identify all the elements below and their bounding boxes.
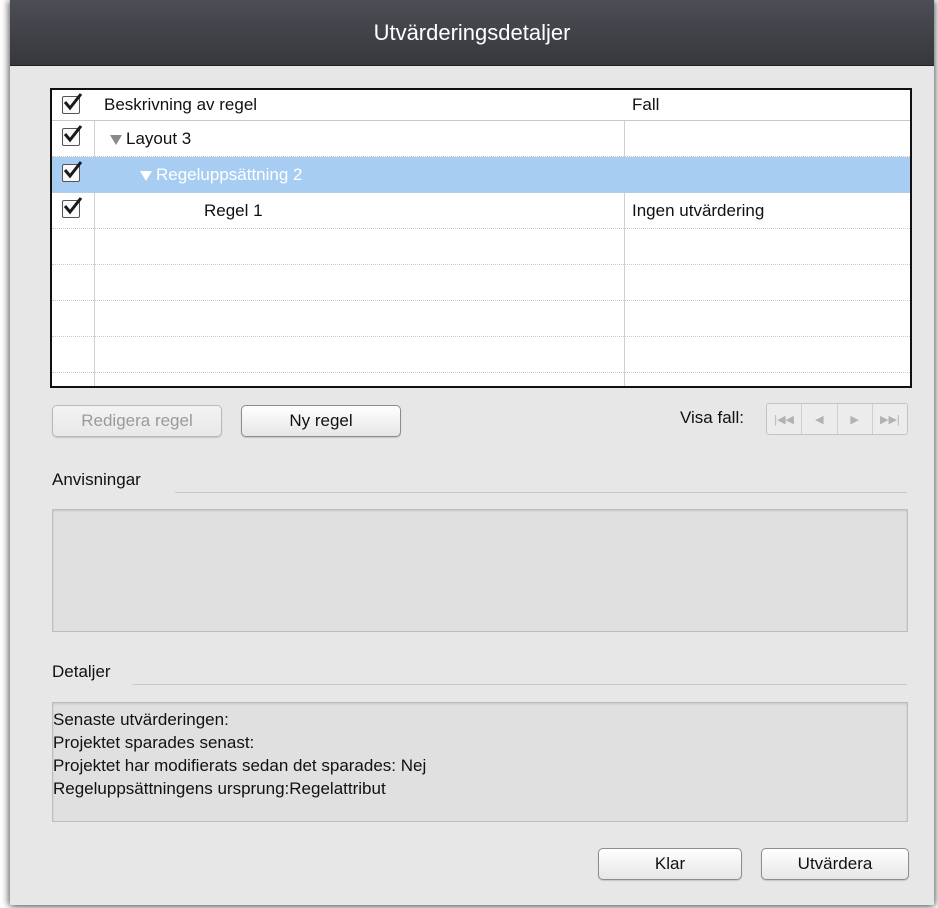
next-case-icon[interactable]: ▶ <box>838 404 873 434</box>
details-heading: Detaljer <box>52 662 111 681</box>
empty-row <box>52 229 910 265</box>
instructions-heading: Anvisningar <box>52 470 141 489</box>
row-checkbox[interactable] <box>62 197 83 218</box>
details-line: Projektet har modifierats sedan det spar… <box>53 756 427 775</box>
row-label: Regeluppsättning 2 <box>140 157 303 192</box>
instructions-box <box>52 509 908 632</box>
evaluate-button[interactable]: Utvärdera <box>761 848 909 880</box>
empty-row <box>52 337 910 373</box>
table-row-rule[interactable]: Regel 1 Ingen utvärdering <box>52 193 910 229</box>
column-header-case[interactable]: Fall <box>632 90 659 120</box>
empty-row <box>52 301 910 337</box>
details-text: Senaste utvärderingen: Projektet sparade… <box>53 708 426 800</box>
new-rule-button[interactable]: Ny regel <box>241 405 401 437</box>
row-case: Ingen utvärdering <box>632 201 765 220</box>
section-divider <box>175 492 907 493</box>
empty-row <box>52 265 910 301</box>
column-header-description[interactable]: Beskrivning av regel <box>104 90 257 120</box>
table-row-ruleset[interactable]: Regeluppsättning 2 <box>52 157 910 193</box>
details-line: Projektet sparades senast: <box>53 733 255 752</box>
row-checkbox[interactable] <box>62 125 83 146</box>
previous-case-icon[interactable]: ◀ <box>802 404 838 434</box>
details-line: Senaste utvärderingen: <box>53 710 229 729</box>
first-case-icon[interactable]: |◀◀ <box>767 404 803 434</box>
edit-rule-button[interactable]: Redigera regel <box>52 405 222 437</box>
disclosure-triangle-icon[interactable] <box>110 134 122 145</box>
row-label: Layout 3 <box>110 121 191 156</box>
section-divider <box>132 684 907 685</box>
window-titlebar: Utvärderingsdetaljer <box>10 0 934 66</box>
row-label: Regel 1 <box>204 201 263 220</box>
disclosure-triangle-icon[interactable] <box>140 170 152 181</box>
select-all-checkbox[interactable] <box>62 93 83 114</box>
table-header: Beskrivning av regel Fall <box>52 90 910 121</box>
table-row-layout[interactable]: Layout 3 <box>52 121 910 157</box>
window-title: Utvärderingsdetaljer <box>373 19 571 45</box>
details-line: Regeluppsättningens ursprung:Regelattrib… <box>53 779 386 798</box>
rules-table[interactable]: Beskrivning av regel Fall Layout 3 Regel… <box>50 88 912 388</box>
evaluation-details-window: Utvärderingsdetaljer Beskrivning av rege… <box>10 0 934 905</box>
last-case-icon[interactable]: ▶▶| <box>873 404 907 434</box>
row-checkbox[interactable] <box>62 161 83 182</box>
done-button[interactable]: Klar <box>598 848 742 880</box>
case-navigation: |◀◀ ◀ ▶ ▶▶| <box>766 403 908 435</box>
show-case-label: Visa fall: <box>680 408 744 427</box>
